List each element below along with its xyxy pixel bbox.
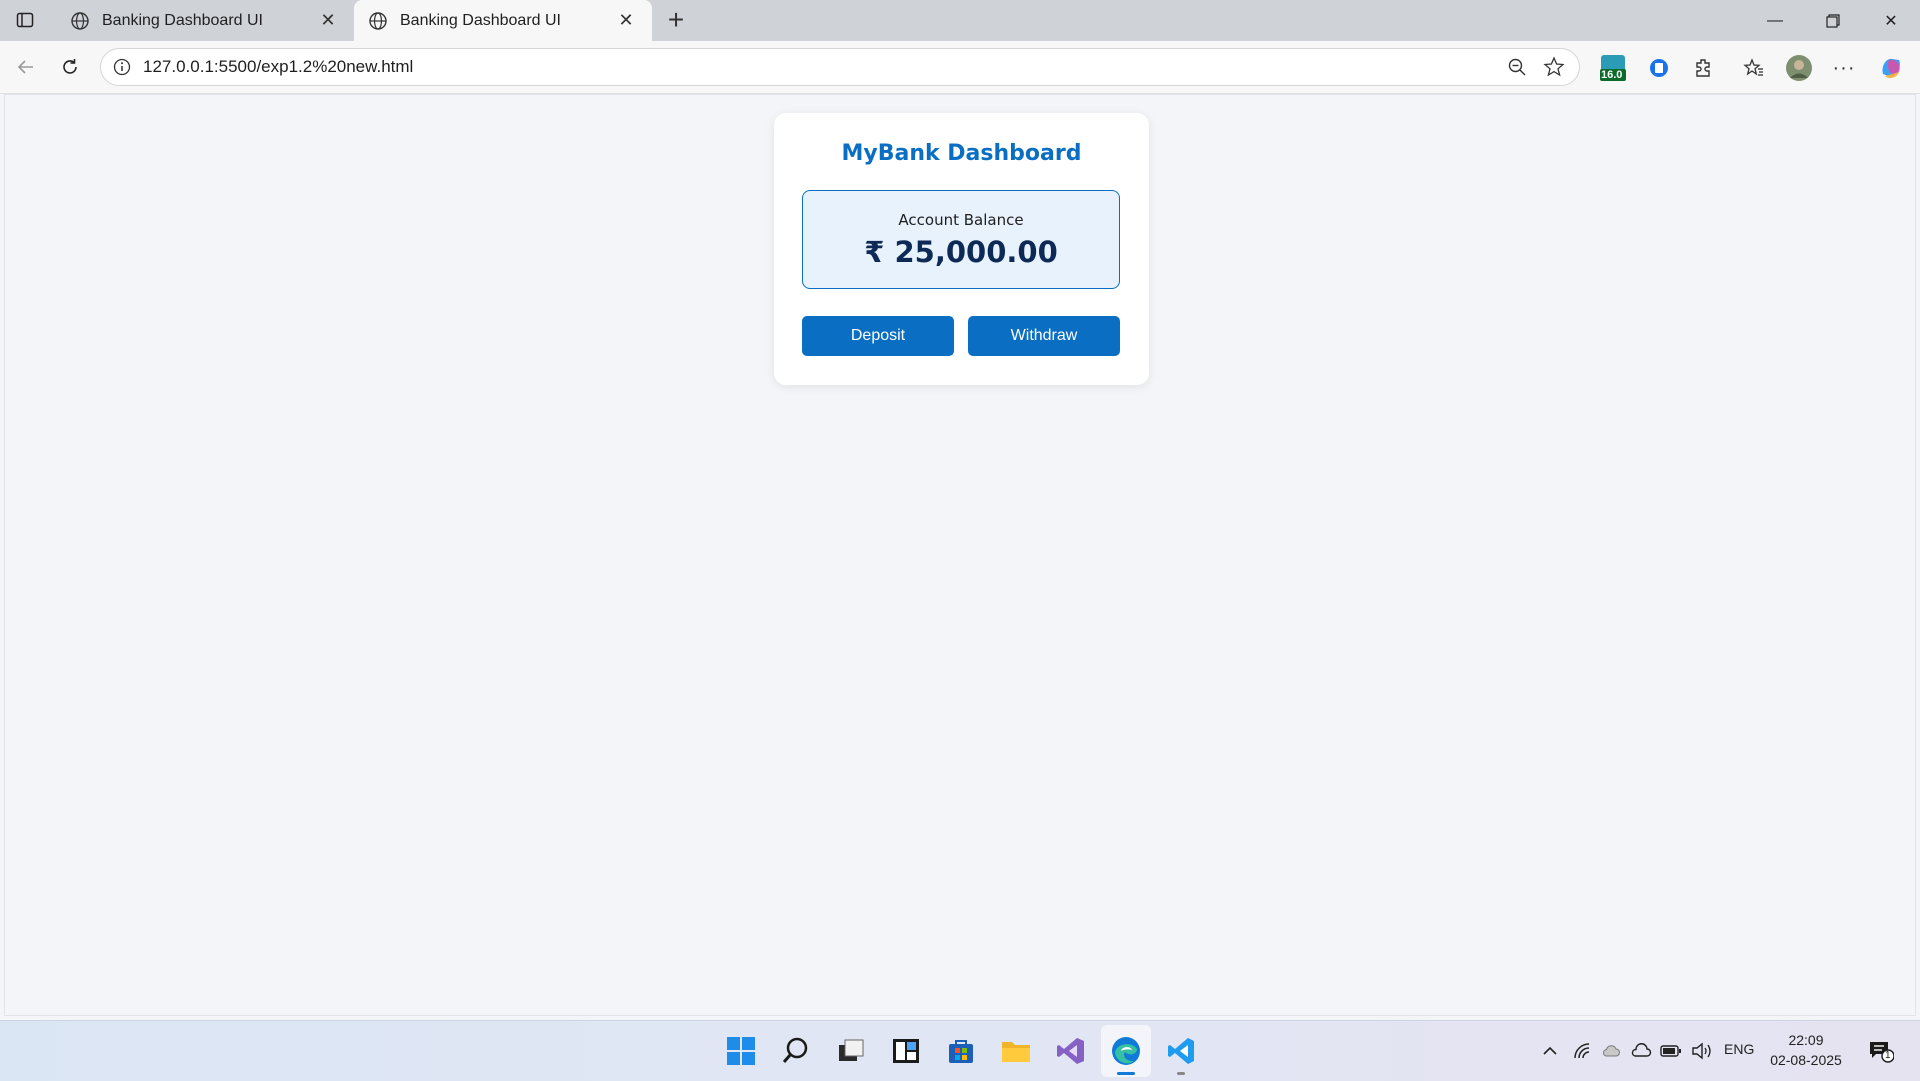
show-hidden-icons-chevron-up-icon[interactable] xyxy=(1535,1034,1565,1068)
copilot-icon[interactable] xyxy=(1876,53,1906,83)
edge-active-indicator xyxy=(1117,1072,1135,1075)
taskbar: ENG 22:09 02-08-2025 1 xyxy=(0,1020,1920,1081)
favorites-icon[interactable] xyxy=(1739,53,1769,83)
battery-icon[interactable] xyxy=(1656,1034,1686,1068)
profile-avatar[interactable] xyxy=(1784,53,1814,83)
page-viewport: MyBank Dashboard Account Balance ₹ 25,00… xyxy=(4,94,1916,1016)
clock-time: 22:09 xyxy=(1788,1032,1824,1048)
edge-icon[interactable] xyxy=(1109,1034,1143,1068)
notification-count: 1 xyxy=(1885,1050,1891,1061)
page-title: MyBank Dashboard xyxy=(841,141,1082,166)
dashboard-card: MyBank Dashboard Account Balance ₹ 25,00… xyxy=(774,113,1149,385)
notification-icon[interactable]: 1 xyxy=(1864,1034,1898,1068)
extensions-icon[interactable] xyxy=(1689,53,1719,83)
task-view-icon[interactable] xyxy=(834,1034,868,1068)
url-text[interactable]: 127.0.0.1:5500/exp1.2%20new.html xyxy=(143,57,1507,77)
close-icon[interactable]: ✕ xyxy=(316,9,340,33)
info-icon[interactable] xyxy=(113,58,131,76)
volume-icon[interactable] xyxy=(1687,1034,1717,1068)
tab-actions-icon[interactable] xyxy=(10,7,40,33)
close-window-icon[interactable]: ✕ xyxy=(1862,0,1920,41)
balance-amount: ₹ 25,000.00 xyxy=(864,235,1058,269)
widgets-icon[interactable] xyxy=(889,1034,923,1068)
network-icon[interactable] xyxy=(1568,1034,1596,1068)
zoom-out-icon[interactable] xyxy=(1507,57,1527,77)
globe-icon xyxy=(71,11,89,30)
vpn-cloud-icon[interactable] xyxy=(1597,1034,1625,1068)
tab-banking-2[interactable]: Banking Dashboard UI ✕ xyxy=(354,0,652,41)
close-icon[interactable]: ✕ xyxy=(614,9,638,33)
restore-icon[interactable] xyxy=(1804,0,1862,41)
balance-label: Account Balance xyxy=(898,211,1024,229)
file-explorer-icon[interactable] xyxy=(999,1034,1033,1068)
store-icon[interactable] xyxy=(944,1034,978,1068)
extension-badge-icon[interactable]: 16.0 xyxy=(1598,53,1628,83)
tab-title: Banking Dashboard UI xyxy=(102,11,263,29)
start-icon[interactable] xyxy=(724,1034,758,1068)
deposit-button[interactable]: Deposit xyxy=(802,316,954,356)
favorite-star-icon[interactable] xyxy=(1543,56,1565,78)
balance-panel: Account Balance ₹ 25,000.00 xyxy=(802,190,1120,289)
new-tab-icon[interactable]: + xyxy=(663,6,689,34)
language-indicator[interactable]: ENG xyxy=(1724,1041,1754,1057)
address-bar[interactable]: 127.0.0.1:5500/exp1.2%20new.html xyxy=(100,48,1580,86)
clock[interactable]: 22:09 02-08-2025 xyxy=(1766,1030,1846,1070)
minimize-icon[interactable]: — xyxy=(1746,0,1804,41)
back-icon[interactable] xyxy=(12,53,40,81)
withdraw-button[interactable]: Withdraw xyxy=(968,316,1120,356)
search-icon[interactable] xyxy=(779,1034,813,1068)
tab-strip: Banking Dashboard UI ✕ Banking Dashboard… xyxy=(0,0,1920,41)
vscode-icon[interactable] xyxy=(1164,1034,1198,1068)
extension-blue-icon[interactable] xyxy=(1644,53,1674,83)
window-controls: — ✕ xyxy=(1746,0,1920,41)
globe-icon xyxy=(369,11,387,30)
browser-toolbar: 127.0.0.1:5500/exp1.2%20new.html 16.0 ··… xyxy=(0,41,1920,94)
tab-banking-1[interactable]: Banking Dashboard UI ✕ xyxy=(56,0,355,41)
visual-studio-icon[interactable] xyxy=(1054,1034,1088,1068)
onedrive-cloud-icon[interactable] xyxy=(1626,1034,1656,1068)
extension-badge-text: 16.0 xyxy=(1601,69,1623,81)
vscode-running-indicator xyxy=(1177,1072,1185,1075)
clock-date: 02-08-2025 xyxy=(1770,1052,1842,1068)
more-options-icon[interactable]: ··· xyxy=(1829,53,1859,83)
refresh-icon[interactable] xyxy=(56,53,84,81)
tab-title: Banking Dashboard UI xyxy=(400,11,561,29)
